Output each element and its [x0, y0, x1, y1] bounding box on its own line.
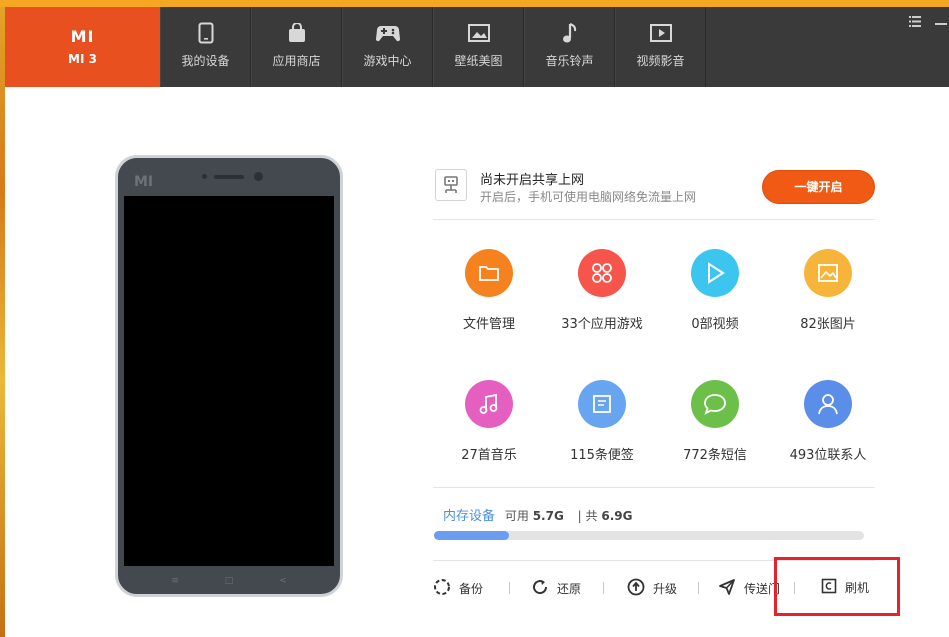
- grid-item-label: 115条便签: [570, 448, 634, 463]
- storage-summary: 内存设备 可用 5.7G | 共 6.9G: [443, 505, 642, 524]
- grid-item-label: 33个应用游戏: [561, 317, 643, 332]
- back-key-icon: <: [279, 576, 287, 586]
- music-icon: [465, 380, 513, 428]
- minimize-icon[interactable]: [935, 23, 947, 25]
- restore-button[interactable]: 还原: [531, 578, 581, 599]
- grid-item-contacts[interactable]: 493位联系人: [772, 380, 884, 463]
- list-menu-icon[interactable]: [909, 16, 921, 31]
- nav-label: 应用商店: [272, 54, 321, 68]
- feature-grid: 文件管理 33个应用游戏 0部视频 82张图片 27首音乐 115条便签 772…: [433, 229, 875, 488]
- action-divider: [603, 582, 604, 594]
- phone-screen: [124, 196, 334, 566]
- upgrade-label: 升级: [653, 582, 678, 596]
- phone-icon: [161, 21, 250, 45]
- main-content: MI ≡ □ < 尚未开启共享上网 开启后，手机可使用电脑网络免流量上网 一键开…: [5, 87, 949, 637]
- storage-avail-value: 5.7G: [532, 509, 564, 523]
- grid-item-label: 0部视频: [691, 317, 739, 332]
- grid-item-music[interactable]: 27首音乐: [433, 380, 545, 463]
- storage-progress-bar: [434, 531, 864, 540]
- music-note-icon: [525, 21, 614, 45]
- device-model: MI 3: [68, 52, 97, 66]
- grid-item-label: 82张图片: [800, 317, 856, 332]
- grid-item-label: 493位联系人: [789, 448, 867, 463]
- backup-button[interactable]: 备份: [433, 578, 483, 599]
- phone-camera: [254, 172, 263, 181]
- device-tab[interactable]: MI MI 3: [5, 7, 160, 87]
- phone-preview: MI ≡ □ <: [115, 155, 343, 597]
- top-nav: 我的设备 应用商店 游戏中心 壁纸美图 音乐铃声 视频影音: [160, 7, 706, 87]
- enable-share-button[interactable]: 一键开启: [762, 170, 875, 204]
- upgrade-icon: [627, 578, 645, 599]
- bag-icon: [252, 21, 341, 45]
- storage-panel: 内存设备 可用 5.7G | 共 6.9G: [433, 487, 875, 561]
- flash-highlight-box: [774, 557, 900, 616]
- window-top-border: [0, 0, 949, 7]
- nav-my-device[interactable]: 我的设备: [160, 7, 251, 87]
- action-divider: [698, 582, 699, 594]
- nav-video[interactable]: 视频影音: [615, 7, 706, 87]
- upgrade-button[interactable]: 升级: [627, 578, 677, 599]
- image-icon: [804, 249, 852, 297]
- nav-wallpaper[interactable]: 壁纸美图: [433, 7, 524, 87]
- restore-icon: [531, 578, 549, 599]
- share-title: 尚未开启共享上网: [480, 173, 585, 188]
- phone-keys: ≡ □ <: [118, 576, 340, 586]
- mi-logo: MI: [70, 27, 95, 46]
- gamepad-icon: [343, 21, 432, 45]
- storage-sep: |: [577, 509, 582, 523]
- portal-button[interactable]: 传送门: [718, 578, 780, 599]
- backup-icon: [433, 578, 451, 599]
- action-divider: [509, 582, 510, 594]
- picture-icon: [434, 21, 523, 45]
- sensor-dot: [202, 174, 207, 179]
- apps-icon: [578, 249, 626, 297]
- share-subtitle: 开启后，手机可使用电脑网络免流量上网: [480, 190, 697, 204]
- note-icon: [578, 380, 626, 428]
- nav-label: 视频影音: [636, 54, 685, 68]
- restore-label: 还原: [557, 582, 582, 596]
- play-icon: [691, 249, 739, 297]
- network-share-icon: [435, 169, 467, 201]
- contact-icon: [804, 380, 852, 428]
- storage-total-value: 6.9G: [601, 509, 633, 523]
- video-icon: [616, 21, 705, 45]
- menu-key-icon: ≡: [171, 576, 179, 586]
- phone-mi-logo: MI: [134, 174, 154, 190]
- nav-label: 音乐铃声: [545, 54, 594, 68]
- home-key-icon: □: [224, 576, 234, 586]
- backup-label: 备份: [459, 582, 484, 596]
- grid-item-files[interactable]: 文件管理: [433, 249, 545, 332]
- share-network-bar: 尚未开启共享上网 开启后，手机可使用电脑网络免流量上网 一键开启: [433, 165, 875, 220]
- nav-label: 游戏中心: [363, 54, 412, 68]
- nav-label: 壁纸美图: [454, 54, 503, 68]
- nav-app-store[interactable]: 应用商店: [251, 7, 342, 87]
- phone-speaker: [214, 175, 244, 179]
- grid-item-label: 772条短信: [683, 448, 747, 463]
- grid-item-label: 27首音乐: [461, 448, 517, 463]
- message-icon: [691, 380, 739, 428]
- grid-item-messages[interactable]: 772条短信: [659, 380, 771, 463]
- nav-game-center[interactable]: 游戏中心: [342, 7, 433, 87]
- send-icon: [718, 578, 736, 599]
- storage-device-label[interactable]: 内存设备: [443, 509, 495, 524]
- app-header: MI MI 3 我的设备 应用商店 游戏中心 壁纸美图 音乐铃声 视频影音: [5, 7, 949, 87]
- grid-item-videos[interactable]: 0部视频: [659, 249, 771, 332]
- storage-total-label: 共: [585, 509, 598, 523]
- nav-label: 我的设备: [181, 54, 230, 68]
- nav-music-ringtone[interactable]: 音乐铃声: [524, 7, 615, 87]
- grid-item-notes[interactable]: 115条便签: [546, 380, 658, 463]
- grid-item-images[interactable]: 82张图片: [772, 249, 884, 332]
- grid-item-apps[interactable]: 33个应用游戏: [546, 249, 658, 332]
- storage-progress-fill: [434, 531, 510, 540]
- storage-avail-label: 可用: [504, 509, 529, 523]
- folder-icon: [465, 249, 513, 297]
- grid-item-label: 文件管理: [462, 317, 515, 332]
